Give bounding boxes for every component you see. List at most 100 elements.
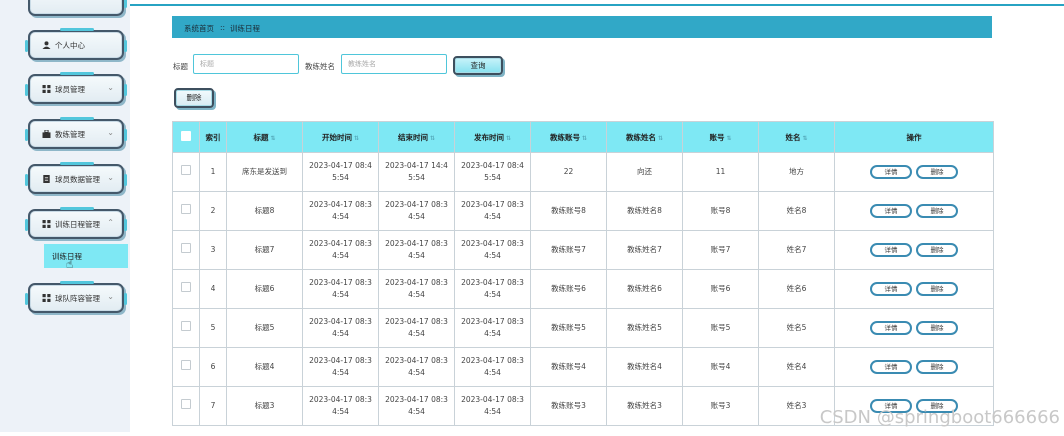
detail-button[interactable]: 详情 xyxy=(870,282,912,296)
sort-icon[interactable]: ⇅ xyxy=(802,135,807,142)
row-checkbox[interactable] xyxy=(181,321,191,331)
table-cell: 教练姓名7 xyxy=(606,230,683,270)
user-icon xyxy=(42,41,51,49)
sort-icon[interactable]: ⇅ xyxy=(430,135,435,142)
table-row[interactable]: 6 标题4 2023-04-17 08:3 4:54 2023-04-17 08:3 4:… xyxy=(172,347,994,387)
row-select-cell[interactable] xyxy=(172,308,200,348)
sidebar-item-label: 球员数据管理 xyxy=(55,175,100,184)
chevron-down-icon: ⌄ xyxy=(107,173,114,182)
sidebar-item-team-lineup[interactable]: 球队阵容管理 ⌄ xyxy=(25,281,127,313)
table-cell: 2023-04-17 08:3 4:54 xyxy=(454,191,531,231)
table-cell: 5 xyxy=(199,308,227,348)
sort-icon[interactable]: ⇅ xyxy=(270,135,275,142)
table-cell: 标题4 xyxy=(226,347,303,387)
sidebar-item-label: 训练日程管理 xyxy=(55,220,100,229)
grid-icon xyxy=(42,85,51,93)
sidebar-item-training-schedule[interactable]: 训练日程管理 ⌃ xyxy=(25,207,127,239)
table-row[interactable]: 3 标题7 2023-04-17 08:3 4:54 2023-04-17 08:3 4:… xyxy=(172,230,994,270)
column-header-label: 操作 xyxy=(906,132,922,142)
table-cell: 教练姓名4 xyxy=(606,347,683,387)
row-select-cell[interactable] xyxy=(172,269,200,309)
row-select-cell[interactable] xyxy=(172,191,200,231)
delete-button[interactable]: 删除 xyxy=(916,360,958,374)
column-header[interactable]: 教练账号 ⇅ xyxy=(530,121,607,153)
sort-icon[interactable]: ⇅ xyxy=(658,135,663,142)
row-select-cell[interactable] xyxy=(172,347,200,387)
detail-button[interactable]: 详情 xyxy=(870,165,912,179)
sort-icon[interactable]: ⇅ xyxy=(582,135,587,142)
detail-button[interactable]: 详情 xyxy=(870,204,912,218)
detail-button[interactable]: 详情 xyxy=(870,321,912,335)
table-cell: 教练姓名5 xyxy=(606,308,683,348)
delete-button[interactable]: 删除 xyxy=(916,204,958,218)
sidebar-item-label: 球员管理 xyxy=(55,85,85,94)
sidebar-item-player-data[interactable]: 球员数据管理 ⌄ xyxy=(25,162,127,194)
table-row[interactable]: 2 标题8 2023-04-17 08:3 4:54 2023-04-17 08:3 4:… xyxy=(172,191,994,231)
table-cell: 教练账号6 xyxy=(530,269,607,309)
table-row[interactable]: 5 标题5 2023-04-17 08:3 4:54 2023-04-17 08:3 4:… xyxy=(172,308,994,348)
grid-icon xyxy=(42,220,51,228)
chevron-down-icon: ⌄ xyxy=(107,83,114,92)
column-header[interactable]: 账号 ⇅ xyxy=(682,121,759,153)
row-select-cell[interactable] xyxy=(172,230,200,270)
table-cell: 2023-04-17 08:3 4:54 xyxy=(302,308,379,348)
hand-cursor-icon: ☝ xyxy=(66,257,74,271)
breadcrumb-home[interactable]: 系统首页 xyxy=(184,23,214,34)
select-all-checkbox[interactable] xyxy=(181,131,191,141)
row-select-cell[interactable] xyxy=(172,386,200,426)
row-checkbox[interactable] xyxy=(181,360,191,370)
table-row[interactable]: 4 标题6 2023-04-17 08:3 4:54 2023-04-17 08:3 4:… xyxy=(172,269,994,309)
sort-icon[interactable]: ⇅ xyxy=(354,135,359,142)
column-header-label: 账号 xyxy=(709,132,725,142)
table-cell: 账号6 xyxy=(682,269,759,309)
table-cell: 姓名8 xyxy=(758,191,835,231)
breadcrumb: 系统首页 :: 训练日程 xyxy=(172,16,992,38)
sort-icon[interactable]: ⇅ xyxy=(726,135,731,142)
coach-name-label: 教练姓名 xyxy=(305,62,335,71)
row-checkbox[interactable] xyxy=(181,165,191,175)
delete-button[interactable]: 删除 xyxy=(916,243,958,257)
column-header-label: 姓名 xyxy=(785,132,801,142)
table-cell: 账号4 xyxy=(682,347,759,387)
sidebar-subitem-training-schedule[interactable]: 训练日程 xyxy=(44,244,128,268)
row-select-cell[interactable] xyxy=(172,152,200,192)
chevron-up-icon: ⌃ xyxy=(107,218,114,227)
column-header[interactable]: 标题 ⇅ xyxy=(226,121,303,153)
delete-button[interactable]: 删除 xyxy=(916,165,958,179)
main-content: 系统首页 :: 训练日程 标题 标题 教练姓名 教练姓名 查询 删除 索引 标题… xyxy=(130,0,1064,432)
row-checkbox[interactable] xyxy=(181,243,191,253)
table-cell: 2023-04-17 08:3 4:54 xyxy=(454,386,531,426)
column-header-label: 标题 xyxy=(253,132,269,142)
table-row[interactable]: 1 席东是发送到 2023-04-17 08:4 5:54 2023-04-17 14:… xyxy=(172,152,994,192)
column-header[interactable]: 开始时间 ⇅ xyxy=(302,121,379,153)
row-checkbox[interactable] xyxy=(181,282,191,292)
detail-button[interactable]: 详情 xyxy=(870,360,912,374)
title-input[interactable]: 标题 xyxy=(193,54,299,74)
query-button[interactable]: 查询 xyxy=(453,56,503,75)
column-header: 索引 xyxy=(199,121,227,153)
row-actions-cell: 详情 删除 xyxy=(834,347,994,387)
row-actions-cell: 详情 删除 xyxy=(834,269,994,309)
delete-button[interactable]: 删除 xyxy=(916,282,958,296)
detail-button[interactable]: 详情 xyxy=(870,243,912,257)
sidebar-item-partial[interactable] xyxy=(28,0,127,16)
column-header[interactable]: 结束时间 ⇅ xyxy=(378,121,455,153)
table-cell: 标题5 xyxy=(226,308,303,348)
column-header[interactable]: 姓名 ⇅ xyxy=(758,121,835,153)
sidebar-item-profile[interactable]: 个人中心 xyxy=(25,28,127,60)
batch-delete-button[interactable]: 删除 xyxy=(174,88,214,108)
table-cell: 2 xyxy=(199,191,227,231)
table-cell: 2023-04-17 08:4 5:54 xyxy=(454,152,531,192)
table-cell: 教练账号3 xyxy=(530,386,607,426)
column-header[interactable]: 发布时间 ⇅ xyxy=(454,121,531,153)
sidebar-item-players[interactable]: 球员管理 ⌄ xyxy=(25,72,127,104)
row-checkbox[interactable] xyxy=(181,204,191,214)
sidebar-item-label: 教练管理 xyxy=(55,130,85,139)
column-header[interactable]: 教练姓名 ⇅ xyxy=(606,121,683,153)
select-all-cell[interactable] xyxy=(172,121,200,153)
row-checkbox[interactable] xyxy=(181,399,191,409)
sort-icon[interactable]: ⇅ xyxy=(506,135,511,142)
sidebar-item-coaches[interactable]: 教练管理 ⌄ xyxy=(25,117,127,149)
coach-name-input[interactable]: 教练姓名 xyxy=(341,54,447,74)
delete-button[interactable]: 删除 xyxy=(916,321,958,335)
